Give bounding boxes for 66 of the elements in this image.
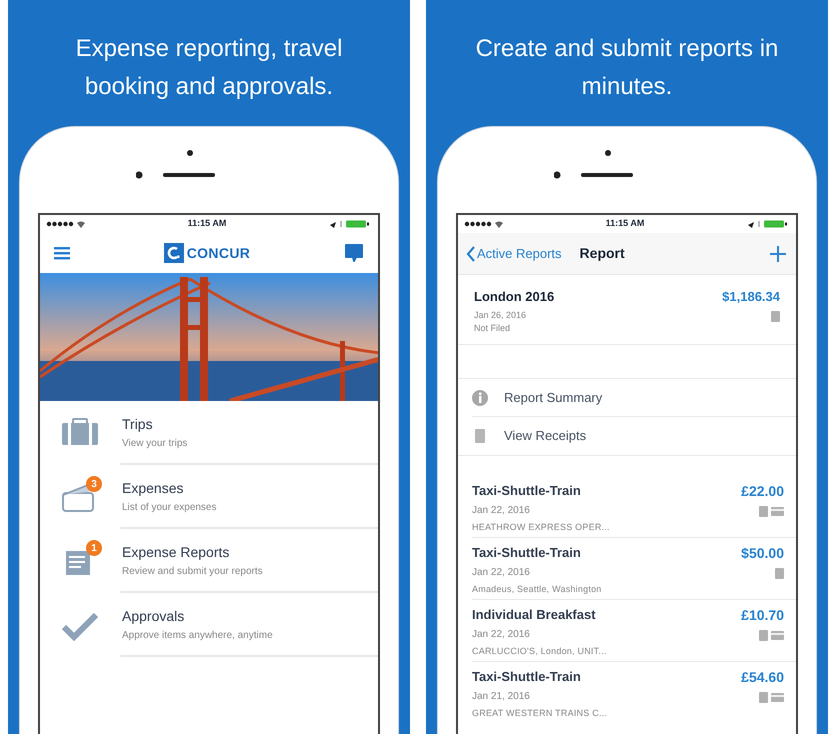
battery-icon: [328, 220, 372, 228]
plus-icon: [770, 246, 786, 262]
menu-item-subtitle: View your trips: [122, 436, 188, 450]
chat-icon: [344, 243, 364, 263]
expense-row[interactable]: Taxi-Shuttle-Train Jan 21, 2016 GREAT WESTERN TRAINS C... £54.60: [472, 662, 796, 724]
expense-type: Individual Breakfast: [472, 606, 597, 624]
receipt-icon: [759, 692, 768, 703]
action-row[interactable]: View Receipts: [472, 417, 796, 455]
expense-type: Taxi-Shuttle-Train: [472, 668, 582, 686]
menu-icon: [54, 246, 70, 260]
receipt-icon: [775, 568, 784, 579]
expense-date: Jan 22, 2016: [472, 566, 531, 580]
expense-vendor: CARLUCCIO'S, London, UNIT...: [472, 644, 607, 658]
action-label: View Receipts: [504, 427, 586, 446]
expense-amount: £10.70: [741, 606, 784, 625]
signal-icon: [464, 220, 504, 228]
menu-item-title: Expenses: [122, 478, 184, 498]
expense-type: Taxi-Shuttle-Train: [472, 482, 582, 500]
caption: Expense reporting, travel booking and approvals.: [74, 34, 344, 102]
expense-date: Jan 22, 2016: [472, 504, 531, 518]
add-button[interactable]: [768, 244, 788, 264]
report-name: London 2016: [474, 288, 554, 306]
menu-item-title: Trips: [122, 414, 154, 434]
expense-type: Taxi-Shuttle-Train: [472, 544, 582, 562]
expense-row[interactable]: Individual Breakfast Jan 22, 2016 CARLUCCIO'S, London, UNIT... £10.70: [472, 600, 796, 662]
receipt-icon: [472, 428, 488, 444]
action-row[interactable]: Report Summary: [472, 379, 796, 417]
notification-badge: 1: [86, 540, 102, 556]
logo-icon: [164, 243, 184, 263]
menu-item-subtitle: Approve items anywhere, anytime: [122, 628, 274, 642]
back-chevron-icon: [466, 246, 475, 262]
signal-icon: [46, 220, 86, 228]
info-icon: [472, 390, 488, 406]
expense-date: Jan 21, 2016: [472, 690, 531, 704]
caption: Create and submit reports in minutes.: [474, 34, 780, 102]
receipt-icon: [771, 310, 780, 322]
menu-item[interactable]: 3 Expenses List of your expenses: [40, 465, 378, 529]
expense-amount: £22.00: [741, 482, 784, 501]
back-button[interactable]: Active Reports: [466, 244, 562, 264]
status-time: 11:15 AM: [188, 217, 226, 230]
screen-title: Report: [580, 244, 625, 263]
expense-vendor: HEATHROW EXPRESS OPER...: [472, 520, 610, 534]
menu-item-subtitle: Review and submit your reports: [122, 564, 264, 578]
menu-item[interactable]: Approvals Approve items anywhere, anytime: [40, 593, 378, 657]
expense-amount: £54.60: [741, 668, 784, 687]
expense-row[interactable]: Taxi-Shuttle-Train Jan 22, 2016 Amadeus, Seattle, Washington $50.00: [472, 538, 796, 600]
menu-item-title: Expense Reports: [122, 542, 230, 562]
expense-vendor: GREAT WESTERN TRAINS C...: [472, 706, 608, 720]
report-amount: $1,186.34: [722, 288, 780, 306]
expense-row[interactable]: Taxi-Shuttle-Train Jan 22, 2016 HEATHROW EXPRESS OPER... £22.00: [472, 476, 796, 538]
expense-date: Jan 22, 2016: [472, 628, 531, 642]
battery-icon: [746, 220, 790, 228]
menu-item-title: Approvals: [122, 606, 186, 626]
menu-item[interactable]: Trips View your trips: [40, 401, 378, 465]
logo-text: CONCUR: [186, 244, 250, 262]
receipt-icon: [759, 630, 768, 641]
notification-badge: 3: [86, 476, 102, 492]
menu-item[interactable]: 1 Expense Reports Review and submit your reports: [40, 529, 378, 593]
status-time: 11:15 AM: [606, 217, 644, 230]
menu-item-subtitle: List of your expenses: [122, 500, 218, 514]
report-date: Jan 26, 2016: [474, 308, 528, 322]
expense-amount: $50.00: [741, 544, 784, 563]
expense-vendor: Amadeus, Seattle, Washington: [472, 582, 602, 596]
action-label: Report Summary: [504, 388, 602, 407]
report-status: Not Filed: [474, 322, 512, 335]
receipt-icon: [759, 506, 768, 517]
